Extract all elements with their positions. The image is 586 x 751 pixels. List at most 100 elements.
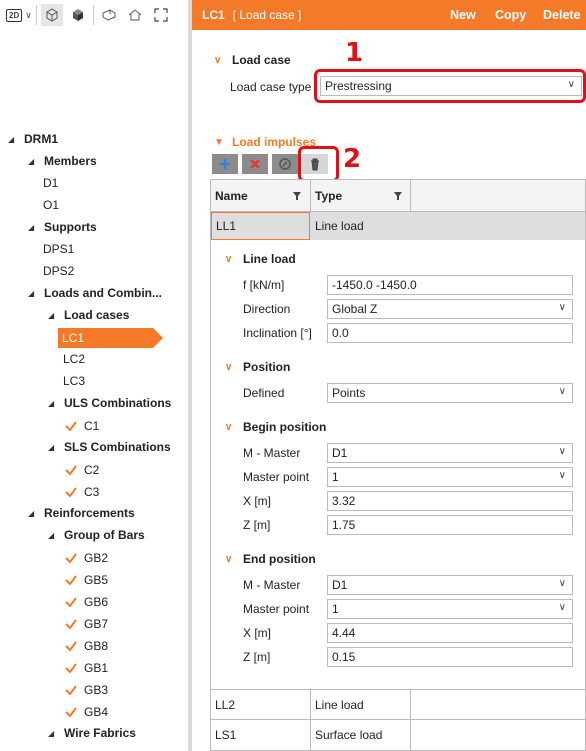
table-cell-name[interactable]: LL1 (211, 212, 310, 240)
begin-position-section-header[interactable]: ∨ Begin position (225, 420, 326, 434)
new-button[interactable]: New (450, 0, 476, 30)
remove-button[interactable] (242, 154, 268, 174)
tree-leaf-support[interactable]: DPS1 (43, 238, 74, 260)
load-case-section-header[interactable]: ∨ Load case (214, 53, 291, 67)
tree-leaf-bar[interactable]: GB1 (64, 657, 108, 679)
tree-leaf-load-case[interactable]: LC2 (63, 348, 85, 370)
table-row-selected[interactable]: LL1 Line load (211, 212, 585, 240)
expanded-arrow-icon: ◢ (28, 288, 35, 298)
checkmark-icon[interactable] (64, 617, 78, 631)
chevron-down-icon: ∨ (225, 421, 233, 433)
wireframe-cube-icon[interactable] (40, 4, 63, 26)
chevron-down-icon: ∨ (558, 470, 566, 481)
end-master-select[interactable]: D1 ∨ (327, 575, 573, 595)
tree-leaf-bar[interactable]: GB6 (64, 591, 108, 613)
tree-leaf-bar[interactable]: GB8 (64, 635, 108, 657)
home-icon[interactable] (124, 4, 146, 26)
copy-button[interactable]: Copy (495, 0, 526, 30)
close-icon (250, 159, 260, 169)
line-load-section-header[interactable]: ∨ Line load (225, 252, 296, 266)
field-label: Z [m] (243, 650, 271, 664)
checkmark-icon[interactable] (64, 705, 78, 719)
end-x-input[interactable]: 4.44 (327, 623, 573, 643)
tree-node-sls[interactable]: ◢ SLS Combinations (48, 436, 171, 458)
tree-leaf-bar[interactable]: GB7 (64, 613, 108, 635)
chevron-down-icon: ∨ (558, 446, 566, 457)
begin-x-input[interactable]: 3.32 (327, 491, 573, 511)
field-label: Master point (243, 470, 310, 484)
tree-leaf-sls[interactable]: C2 (64, 459, 99, 481)
chevron-down-icon: ∨ (558, 386, 566, 397)
tree-leaf-support[interactable]: DPS2 (43, 260, 74, 282)
checkmark-icon[interactable] (64, 485, 78, 499)
table-cell-type: Surface load (311, 720, 410, 750)
tree-node-wire-fabrics[interactable]: ◢ Wire Fabrics (48, 722, 136, 744)
tree-leaf-label: C3 (84, 485, 100, 499)
tree-leaf-label: GB6 (84, 595, 109, 609)
begin-point-select[interactable]: 1 ∨ (327, 467, 573, 487)
tree-leaf-load-case-selected[interactable]: LC1 (58, 327, 163, 349)
begin-z-input[interactable]: 1.75 (327, 515, 573, 535)
f-input[interactable]: -1450.0 -1450.0 (327, 275, 573, 295)
chevron-down-icon: ∨ (558, 602, 566, 613)
tree-leaf-bar[interactable]: GB2 (64, 547, 108, 569)
delete-button[interactable]: Delete (543, 0, 581, 30)
tree-node-reinforcements[interactable]: ◢ Reinforcements (28, 502, 135, 524)
page-title: LC1 (202, 8, 225, 22)
checkmark-icon[interactable] (64, 551, 78, 565)
tree-node-label: Loads and Combin... (44, 286, 163, 300)
edit-button[interactable] (272, 154, 298, 174)
column-header-name[interactable]: Name (211, 180, 310, 212)
tree-node-members[interactable]: ◢ Members (28, 150, 97, 172)
add-button[interactable] (212, 154, 238, 174)
tree-node-group-of-bars[interactable]: ◢ Group of Bars (48, 524, 145, 546)
end-position-section-header[interactable]: ∨ End position (225, 552, 316, 566)
plane-view-icon[interactable] (98, 4, 120, 26)
column-header-type[interactable]: Type (311, 180, 411, 212)
inclination-input[interactable]: 0.0 (327, 323, 573, 343)
checkmark-icon[interactable] (64, 661, 78, 675)
solid-cube-icon[interactable] (67, 4, 89, 26)
tree-leaf-sls[interactable]: C3 (64, 481, 99, 503)
tree-leaf-bar[interactable]: GB5 (64, 569, 108, 591)
defined-select[interactable]: Points ∨ (327, 383, 573, 403)
checkmark-icon[interactable] (64, 419, 78, 433)
tree-node-label: Group of Bars (64, 528, 145, 542)
table-row[interactable]: LS1 Surface load (211, 720, 585, 750)
tree-leaf-bar[interactable]: GB4 (64, 701, 108, 723)
filter-icon[interactable] (292, 191, 302, 201)
filter-icon[interactable] (393, 191, 403, 201)
tree-node-load-cases[interactable]: ◢ Load cases (48, 304, 129, 326)
table-row[interactable]: LL2 Line load (211, 690, 585, 719)
tree-node-root[interactable]: ◢ DRM1 (8, 128, 58, 150)
begin-master-select[interactable]: D1 ∨ (327, 443, 573, 463)
section-label: End position (243, 552, 316, 566)
select-value: Points (332, 386, 366, 400)
position-section-header[interactable]: ∨ Position (225, 360, 290, 374)
expanded-arrow-icon: ◢ (28, 222, 35, 232)
checkmark-icon[interactable] (64, 683, 78, 697)
table-cell-type: Line load (311, 690, 410, 719)
tree-leaf-member[interactable]: O1 (43, 194, 59, 216)
tree-leaf-label: GB1 (84, 661, 109, 675)
tree-leaf-label: D1 (43, 176, 59, 190)
tree-node-uls[interactable]: ◢ ULS Combinations (48, 392, 171, 414)
view-mode-dropdown[interactable]: 2D ∨ (6, 4, 32, 26)
checkmark-icon[interactable] (64, 463, 78, 477)
tree-leaf-uls[interactable]: C1 (64, 415, 99, 437)
checkmark-icon[interactable] (64, 573, 78, 587)
tree-leaf-load-case[interactable]: LC3 (63, 370, 85, 392)
tree-node-supports[interactable]: ◢ Supports (28, 216, 97, 238)
end-z-input[interactable]: 0.15 (327, 647, 573, 667)
tree-node-loads[interactable]: ◢ Loads and Combin... (28, 282, 162, 304)
tree-leaf-member[interactable]: D1 (43, 172, 58, 194)
tree-leaf-label: GB4 (84, 705, 109, 719)
expanded-arrow-icon: ▼ (214, 136, 224, 148)
table-cell-name: LL2 (211, 690, 310, 719)
checkmark-icon[interactable] (64, 639, 78, 653)
tree-leaf-bar[interactable]: GB3 (64, 679, 108, 701)
end-point-select[interactable]: 1 ∨ (327, 599, 573, 619)
direction-select[interactable]: Global Z ∨ (327, 299, 573, 319)
checkmark-icon[interactable] (64, 595, 78, 609)
fit-view-icon[interactable] (150, 4, 172, 26)
